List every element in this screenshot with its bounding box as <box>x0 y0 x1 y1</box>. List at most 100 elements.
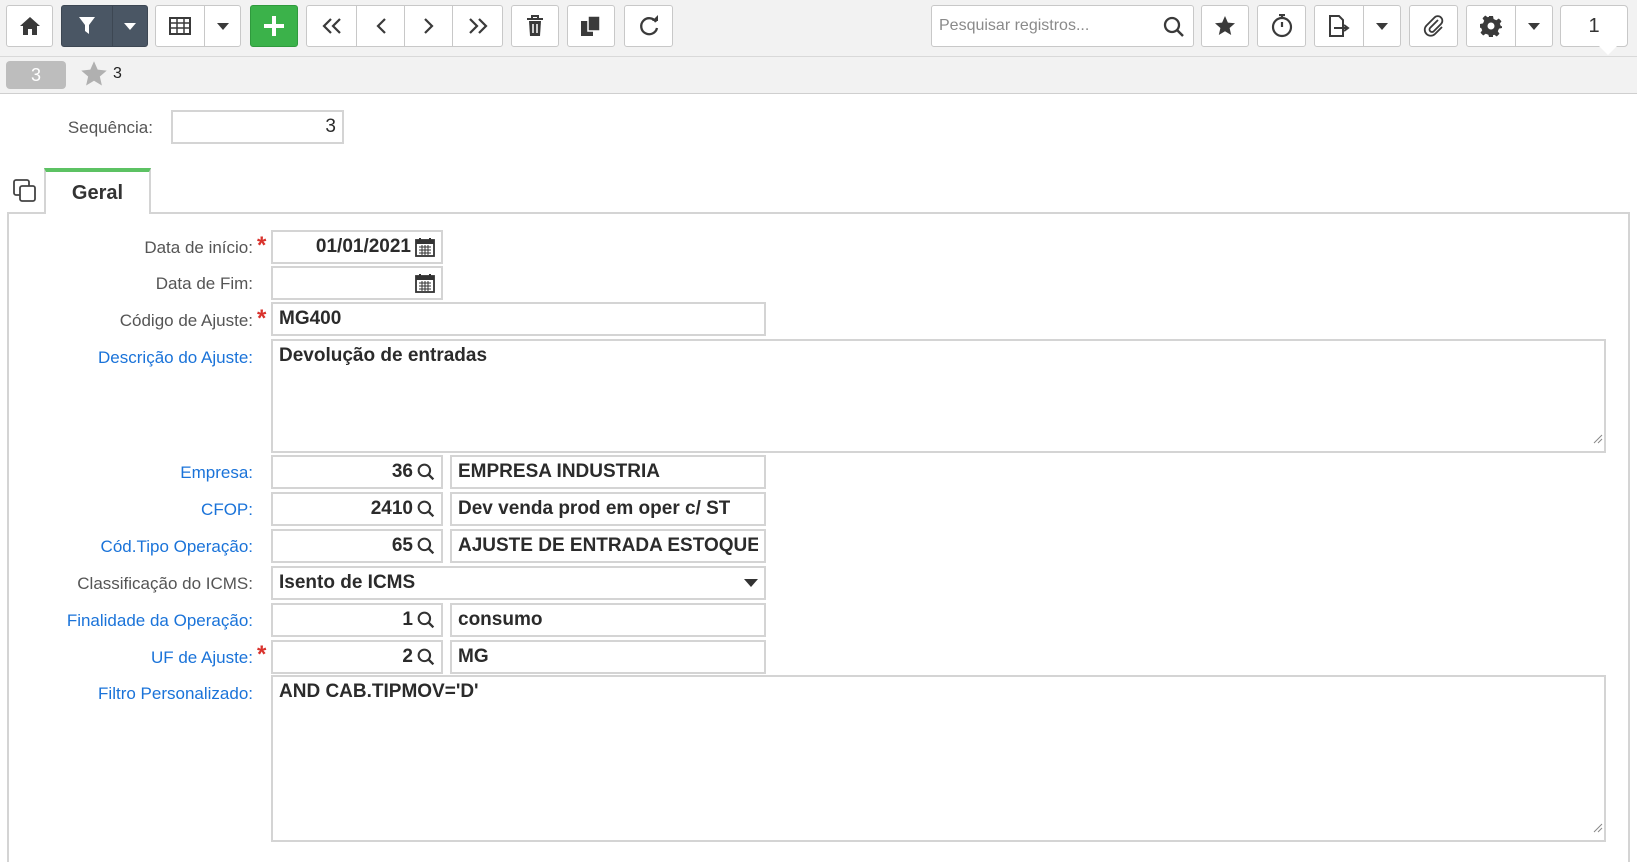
uf-ajuste-desc-field: MG <box>450 640 766 674</box>
home-icon <box>19 17 40 35</box>
data-fim-field[interactable] <box>271 266 443 300</box>
prev-icon <box>375 18 386 34</box>
finalidade-operacao-label: Finalidade da Operação: <box>66 611 253 630</box>
copy-form-icon[interactable] <box>12 178 38 209</box>
descricao-ajuste-label: Descrição do Ajuste: <box>98 348 253 367</box>
codigo-ajuste-field[interactable]: MG400 <box>271 302 766 336</box>
attach-icon <box>1423 15 1443 37</box>
descricao-ajuste-textarea[interactable]: Devolução de entradas <box>271 339 1606 453</box>
settings-dropdown[interactable] <box>1515 6 1552 46</box>
first-record-button[interactable] <box>307 6 356 46</box>
finalidade-desc-value: consumo <box>458 609 543 630</box>
chevron-down-icon <box>1528 22 1540 30</box>
uf-ajuste-code-field[interactable]: 2 <box>271 640 443 674</box>
attach-button[interactable] <box>1409 5 1458 47</box>
resize-grip-icon[interactable] <box>1591 817 1603 839</box>
codigo-ajuste-value: MG400 <box>279 308 342 329</box>
refresh-button[interactable] <box>624 5 673 47</box>
search-input[interactable] <box>933 7 1153 45</box>
cfop-code-field[interactable]: 2410 <box>271 492 443 526</box>
export-icon <box>1329 15 1350 37</box>
favorites-count: 3 <box>113 65 122 82</box>
export-button[interactable] <box>1314 5 1401 47</box>
classificacao-icms-label: Classificação do ICMS: <box>77 574 253 593</box>
previous-record-button[interactable] <box>356 6 404 46</box>
search-box <box>931 5 1194 47</box>
search-icon[interactable] <box>417 648 435 666</box>
tipo-operacao-label: Cód.Tipo Operação: <box>100 537 253 556</box>
page-number-box[interactable]: 1 <box>1560 5 1628 55</box>
uf-ajuste-label: UF de Ajuste: <box>150 648 253 667</box>
search-icon[interactable] <box>417 611 435 629</box>
sequencia-label: Sequência: <box>67 118 153 137</box>
calendar-icon[interactable] <box>415 237 435 257</box>
add-button[interactable] <box>250 5 298 47</box>
filter-button[interactable] <box>61 5 148 47</box>
search-button[interactable] <box>1163 16 1185 43</box>
filtro-personalizado-label: Filtro Personalizado: <box>98 684 253 703</box>
last-icon <box>468 18 488 34</box>
first-icon <box>321 18 341 34</box>
finalidade-desc-field: consumo <box>450 603 766 637</box>
data-fim-label: Data de Fim: <box>155 274 253 293</box>
search-icon <box>1163 16 1184 37</box>
finalidade-code-field[interactable]: 1 <box>271 603 443 637</box>
settings-button[interactable] <box>1466 5 1553 47</box>
delete-button[interactable] <box>511 5 559 47</box>
data-inicio-value: 01/01/2021 <box>315 236 411 257</box>
empresa-code-field[interactable]: 36 <box>271 455 443 489</box>
tipo-operacao-code-field[interactable]: 65 <box>271 529 443 563</box>
gear-icon <box>1480 15 1502 37</box>
classificacao-icms-value: Isento de ICMS <box>279 572 416 593</box>
sequencia-value: 3 <box>325 116 336 137</box>
resize-grip-icon[interactable] <box>1591 428 1603 450</box>
required-marker: * <box>257 641 267 668</box>
empresa-desc-value: EMPRESA INDUSTRIA <box>458 461 660 482</box>
last-record-button[interactable] <box>452 6 502 46</box>
star-icon <box>1215 16 1235 35</box>
chevron-down-icon <box>1376 22 1388 30</box>
trash-icon <box>527 15 543 36</box>
grid-dropdown[interactable] <box>204 6 241 46</box>
required-marker: * <box>257 305 267 332</box>
chevron-down-icon <box>217 22 229 30</box>
data-inicio-label: Data de início: <box>144 238 253 257</box>
classificacao-icms-select[interactable]: Isento de ICMS <box>271 566 766 600</box>
codigo-ajuste-label: Código de Ajuste: <box>119 311 253 330</box>
search-icon[interactable] <box>417 463 435 481</box>
uf-ajuste-code-value: 2 <box>402 646 413 667</box>
timer-icon <box>1271 14 1292 38</box>
favorite-button[interactable] <box>1201 5 1249 47</box>
sequencia-field[interactable]: 3 <box>171 110 344 144</box>
empresa-label: Empresa: <box>180 463 253 482</box>
tab-geral[interactable]: Geral <box>44 168 151 214</box>
toolbar: 1 <box>0 0 1637 57</box>
tipo-operacao-code-value: 65 <box>391 535 413 556</box>
tipo-operacao-desc-field: AJUSTE DE ENTRADA ESTOQUE <box>450 529 766 563</box>
calendar-icon[interactable] <box>415 273 435 293</box>
data-inicio-field[interactable]: 01/01/2021 <box>271 230 443 264</box>
next-icon <box>423 18 434 34</box>
filtro-personalizado-value: AND CAB.TIPMOV='D' <box>279 681 479 702</box>
next-record-button[interactable] <box>404 6 452 46</box>
timer-button[interactable] <box>1257 5 1306 47</box>
grid-view-button[interactable] <box>155 5 241 47</box>
search-icon[interactable] <box>417 500 435 518</box>
filtro-personalizado-textarea[interactable]: AND CAB.TIPMOV='D' <box>271 675 1606 842</box>
duplicate-button[interactable] <box>567 5 615 47</box>
descricao-ajuste-value: Devolução de entradas <box>279 345 488 366</box>
cfop-label: CFOP: <box>201 500 253 519</box>
favorite-star-icon[interactable] <box>80 60 108 93</box>
cfop-code-value: 2410 <box>370 498 413 519</box>
tipo-operacao-desc-value: AJUSTE DE ENTRADA ESTOQUE <box>458 535 758 556</box>
finalidade-code-value: 1 <box>402 609 413 630</box>
home-button[interactable] <box>6 5 53 47</box>
search-icon[interactable] <box>417 537 435 555</box>
export-dropdown[interactable] <box>1363 6 1400 46</box>
copy-icon <box>581 15 601 36</box>
filter-icon <box>79 17 95 34</box>
cfop-desc-value: Dev venda prod em oper c/ ST <box>458 498 731 519</box>
filter-dropdown[interactable] <box>112 6 147 46</box>
record-bar: 3 3 <box>0 57 1637 94</box>
refresh-icon <box>639 15 658 36</box>
